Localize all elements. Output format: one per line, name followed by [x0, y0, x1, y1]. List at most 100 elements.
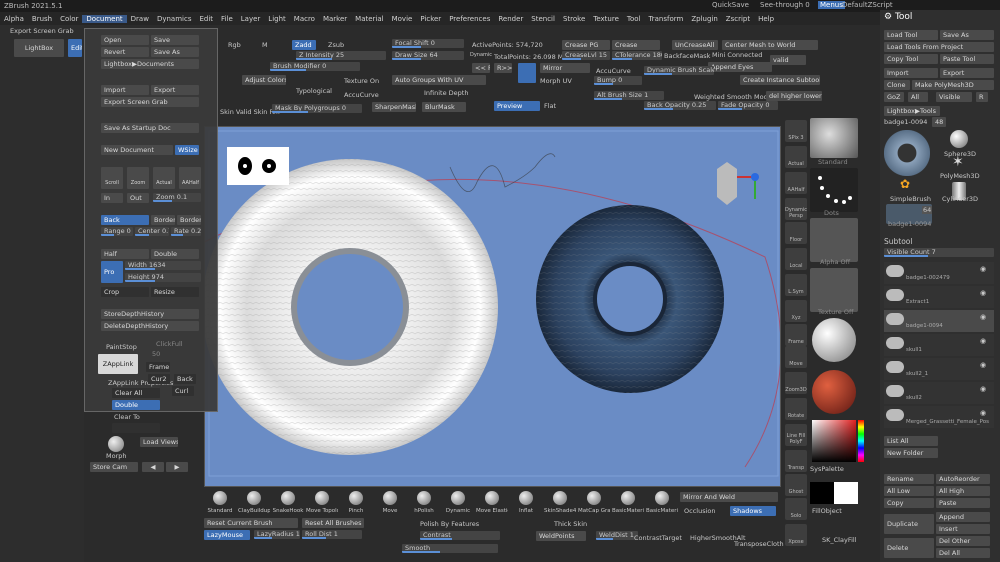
- clone-button[interactable]: Clone: [884, 80, 910, 90]
- all-button[interactable]: All: [908, 92, 928, 102]
- append-button[interactable]: Append: [936, 512, 990, 522]
- clear-to-label[interactable]: Clear To: [114, 413, 140, 421]
- valid-button[interactable]: valid: [770, 55, 806, 65]
- menu-picker[interactable]: Picker: [416, 15, 445, 23]
- autoreorder-button[interactable]: AutoReorder: [936, 474, 990, 484]
- menu-brush[interactable]: Brush: [28, 15, 56, 23]
- seethrough-slider[interactable]: See-through 0: [760, 1, 810, 9]
- sidebar-xyz-button[interactable]: Xyz: [785, 300, 807, 322]
- lazyradius-slider[interactable]: LazyRadius 1: [254, 530, 300, 539]
- dynamic-toggle[interactable]: Dynamic: [470, 51, 492, 59]
- sidebar-rotate-button[interactable]: Rotate: [785, 398, 807, 420]
- skin-valid-label[interactable]: Skin Valid Skin R...: [220, 108, 280, 116]
- save-startup-doc-button[interactable]: Save As Startup Doc: [101, 123, 199, 133]
- menu-zscript[interactable]: Zscript: [722, 15, 754, 23]
- draw-size-slider[interactable]: Draw Size 64: [392, 51, 464, 60]
- menu-zplugin[interactable]: Zplugin: [687, 15, 721, 23]
- menu-movie[interactable]: Movie: [388, 15, 417, 23]
- typological-label[interactable]: Typological: [296, 87, 332, 95]
- tool-save-as-button[interactable]: Save As: [940, 30, 994, 40]
- reset-all-brushes-button[interactable]: Reset All Brushes: [302, 518, 364, 528]
- menu-macro[interactable]: Macro: [290, 15, 319, 23]
- menu-material[interactable]: Material: [351, 15, 387, 23]
- all-low-button[interactable]: All Low: [884, 486, 934, 496]
- sidebar-floor-button[interactable]: Floor: [785, 222, 807, 244]
- menu-transform[interactable]: Transform: [645, 15, 688, 23]
- mirror-button[interactable]: Mirror: [540, 63, 590, 73]
- zoom-in-button[interactable]: In: [101, 193, 123, 203]
- duplicate-button[interactable]: Duplicate: [884, 514, 934, 534]
- subtool-row[interactable]: ◉ badge1-002479: [884, 262, 994, 284]
- load-tool-button[interactable]: Load Tool: [884, 30, 938, 40]
- cam-next-button[interactable]: ▶: [166, 462, 188, 472]
- matcap-red-wax-sphere[interactable]: [812, 370, 856, 414]
- store-cam-button[interactable]: Store Cam: [90, 462, 138, 472]
- weldpoints-button[interactable]: WeldPoints: [536, 531, 586, 541]
- menu-light[interactable]: Light: [264, 15, 289, 23]
- dots-stroke-thumb[interactable]: [810, 168, 858, 212]
- flat-toggle[interactable]: Flat: [544, 102, 556, 110]
- menu-color[interactable]: Color: [56, 15, 82, 23]
- focal-shift-slider[interactable]: Focal Shift 0: [392, 39, 464, 48]
- transpose-cloth-label[interactable]: TransposeCloth: [734, 540, 784, 548]
- clear-all-button[interactable]: Clear All: [112, 388, 160, 398]
- del-higher-button[interactable]: del higher lower v: [766, 91, 822, 101]
- list-all-button[interactable]: List All: [884, 436, 938, 446]
- clear-to-slider[interactable]: [112, 423, 160, 433]
- doc-save-as-button[interactable]: Save As: [151, 47, 199, 57]
- brush-slot[interactable]: Inflat: [510, 490, 542, 516]
- menu-marker[interactable]: Marker: [319, 15, 351, 23]
- reset-current-brush-button[interactable]: Reset Current Brush: [204, 518, 298, 528]
- quicksave-button[interactable]: QuickSave: [712, 1, 749, 9]
- doc-revert-button[interactable]: Revert: [101, 47, 149, 57]
- menu-layer[interactable]: Layer: [237, 15, 265, 23]
- welddist-slider[interactable]: WeldDist 1: [596, 531, 638, 540]
- copy-tool-button[interactable]: Copy Tool: [884, 54, 938, 64]
- doc-export-button[interactable]: Export: [151, 85, 199, 95]
- sidebar-spix-button[interactable]: SPix 3: [785, 120, 807, 142]
- menu-render[interactable]: Render: [494, 15, 527, 23]
- eye-icon[interactable]: ◉: [980, 361, 986, 369]
- sidebar-ghost-button[interactable]: Ghost: [785, 474, 807, 496]
- visible-button[interactable]: Visible: [936, 92, 972, 102]
- fade-opacity-slider[interactable]: Fade Opacity 0: [718, 101, 778, 110]
- menu-alpha[interactable]: Alpha: [0, 15, 28, 23]
- eye-icon[interactable]: ◉: [980, 289, 986, 297]
- brush-modifier-slider[interactable]: Brush Modifier 0: [270, 62, 360, 71]
- menu-edit[interactable]: Edit: [195, 15, 217, 23]
- clickfull-label[interactable]: ClickFull: [156, 340, 183, 348]
- menu-document[interactable]: Document: [82, 14, 127, 23]
- current-tool-thumb[interactable]: [884, 130, 930, 176]
- scroll-button[interactable]: Scroll: [101, 167, 123, 189]
- aahalf-button[interactable]: AAHalf: [179, 167, 201, 189]
- brush-slot[interactable]: Standard: [204, 490, 236, 516]
- brush-slot[interactable]: MatCap Gray: [578, 490, 610, 516]
- border2-button[interactable]: Border2: [177, 215, 201, 225]
- menu-dynamics[interactable]: Dynamics: [153, 15, 196, 23]
- brush-slot[interactable]: Dynamic: [442, 490, 474, 516]
- store-depth-history-button[interactable]: StoreDepthHistory: [101, 309, 199, 319]
- alpha-off-thumb[interactable]: [810, 218, 858, 262]
- delete-depth-history-button[interactable]: DeleteDepthHistory: [101, 321, 199, 331]
- default-zscript[interactable]: DefaultZScript: [842, 1, 893, 9]
- del-all-button[interactable]: Del All: [936, 548, 990, 558]
- brush-slot[interactable]: SkinShade4: [544, 490, 576, 516]
- menu-draw[interactable]: Draw: [127, 15, 153, 23]
- sidebar-actual-button[interactable]: Actual: [785, 146, 807, 168]
- cur2-button[interactable]: Cur2: [148, 374, 170, 384]
- border-button[interactable]: Border: [151, 215, 175, 225]
- polish-features-label[interactable]: Polish By Features: [420, 520, 479, 528]
- curl-button[interactable]: Curl: [172, 386, 194, 396]
- back-color-button[interactable]: Back: [101, 215, 149, 225]
- back-opacity-slider[interactable]: Back Opacity 0.25: [644, 101, 716, 110]
- tool-import-button[interactable]: Import: [884, 68, 938, 78]
- crease-button[interactable]: Crease: [612, 40, 660, 50]
- morph-uv-button[interactable]: Morph UV: [540, 77, 572, 85]
- sidebar-dynamic-button[interactable]: Dynamic Persp: [785, 198, 807, 220]
- brush-slot[interactable]: hPolish: [408, 490, 440, 516]
- crease-lvl-slider[interactable]: CreaseLvl 15: [562, 51, 610, 60]
- center-slider[interactable]: Center 0.7: [135, 227, 169, 236]
- crop-button[interactable]: Crop: [101, 287, 149, 297]
- all-high-button[interactable]: All High: [936, 486, 990, 496]
- tool-header[interactable]: ⚙ Tool: [884, 13, 912, 22]
